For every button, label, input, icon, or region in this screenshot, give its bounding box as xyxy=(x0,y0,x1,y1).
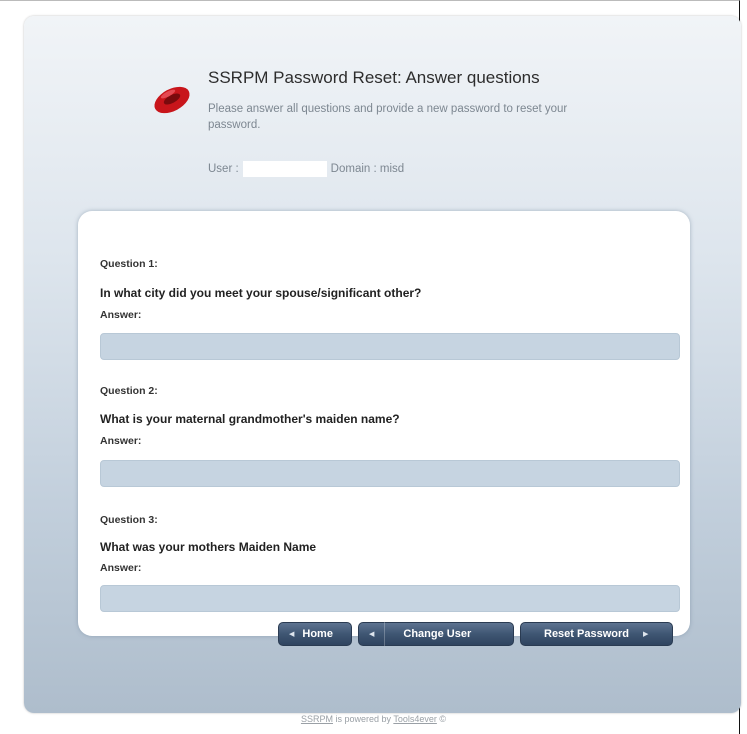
answer-1-input[interactable] xyxy=(100,333,680,360)
user-value xyxy=(242,161,327,177)
ssrpm-link[interactable]: SSRPM xyxy=(301,714,333,724)
copyright-icon: © xyxy=(439,714,447,724)
arrow-right-icon: ▶ xyxy=(642,631,649,638)
user-domain-line: User : Domain : misd xyxy=(208,161,404,177)
home-button-label: Home xyxy=(302,628,333,640)
arrow-left-icon: ◀ xyxy=(369,631,375,638)
answer-3-label: Answer: xyxy=(100,562,142,574)
answer-1-label: Answer: xyxy=(100,309,142,321)
question-3-label: Question 3: xyxy=(100,514,158,526)
arrow-left-icon: ◀ xyxy=(289,631,295,638)
ssrpm-logo-icon xyxy=(154,86,190,114)
change-user-button[interactable]: ◀ Change User xyxy=(358,622,514,646)
question-2-label: Question 2: xyxy=(100,385,158,397)
question-1-label: Question 1: xyxy=(100,258,158,270)
question-1-text: In what city did you meet your spouse/si… xyxy=(100,286,422,300)
answer-2-input[interactable] xyxy=(100,460,680,487)
domain-label: Domain : misd xyxy=(330,163,405,176)
answer-2-label: Answer: xyxy=(100,435,142,447)
button-divider xyxy=(384,622,386,646)
question-3-text: What was your mothers Maiden Name xyxy=(100,540,317,554)
reset-password-button[interactable]: Reset Password ▶ xyxy=(520,622,673,646)
tools4ever-link[interactable]: Tools4ever xyxy=(393,714,437,724)
page-subtitle: Please answer all questions and provide … xyxy=(208,103,568,131)
user-label: User : xyxy=(208,163,239,176)
footer: SSRPM is powered by Tools4ever © xyxy=(0,714,747,724)
question-2-text: What is your maternal grandmother's maid… xyxy=(100,412,400,426)
page-title: SSRPM Password Reset: Answer questions xyxy=(208,68,540,87)
home-button[interactable]: ◀ Home xyxy=(278,622,352,646)
change-user-button-label: Change User xyxy=(403,628,472,640)
footer-text: is powered by xyxy=(332,714,394,724)
reset-password-button-label: Reset Password xyxy=(544,628,629,640)
answer-3-input[interactable] xyxy=(100,585,680,612)
